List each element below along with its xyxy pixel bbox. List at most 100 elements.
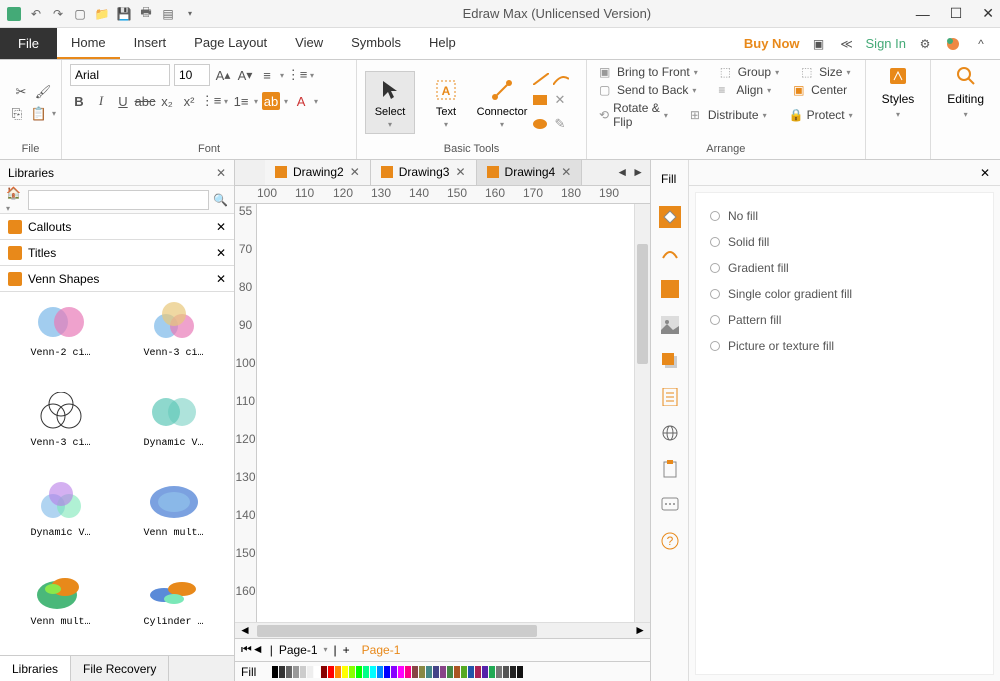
maximize-button[interactable]: ☐ <box>950 5 963 22</box>
vertical-scrollbar[interactable] <box>634 204 650 622</box>
page-nav-icon[interactable]: ⏮◄ <box>241 642 264 657</box>
doc-tab-drawing2[interactable]: Drawing2✕ <box>265 160 371 185</box>
highlight-icon[interactable]: ab <box>262 92 280 110</box>
close-button[interactable]: ✕ <box>982 5 994 22</box>
tab-prev-icon[interactable]: ◄ <box>616 165 628 179</box>
curve-tool-icon[interactable] <box>553 73 569 85</box>
rotate-flip-button[interactable]: ⟲Rotate & Flip▾ <box>595 100 672 130</box>
tab-next-icon[interactable]: ► <box>632 165 644 179</box>
center-button[interactable]: ▣Center <box>789 82 851 98</box>
category-titles[interactable]: Titles✕ <box>0 240 234 266</box>
align-icon[interactable]: ≡ <box>258 66 276 84</box>
ellipse-tool-icon[interactable] <box>533 117 547 131</box>
shape-dynamic-venn-2[interactable]: Dynamic V… <box>8 480 113 558</box>
minimize-button[interactable]: — <box>916 6 930 22</box>
bring-to-front-button[interactable]: ▣Bring to Front▾ <box>595 64 702 80</box>
connector-tool[interactable]: Connector ▾ <box>477 72 527 133</box>
search-icon[interactable]: 🔍 <box>213 193 228 207</box>
close-icon[interactable]: ✕ <box>216 220 226 234</box>
category-callouts[interactable]: Callouts✕ <box>0 214 234 240</box>
libraries-tab[interactable]: Libraries <box>0 656 71 681</box>
menu-insert[interactable]: Insert <box>120 28 181 59</box>
drawing-canvas[interactable] <box>257 204 634 622</box>
strikethrough-button[interactable]: abc <box>136 92 154 110</box>
menu-page-layout[interactable]: Page Layout <box>180 28 281 59</box>
clipboard-icon[interactable] <box>659 458 681 480</box>
editing-button[interactable]: Editing ▾ <box>939 64 992 119</box>
close-icon[interactable]: ✕ <box>216 272 226 286</box>
fill-option-none[interactable]: No fill <box>710 203 979 229</box>
shape-cylinder[interactable]: Cylinder … <box>121 569 226 647</box>
gear-icon[interactable]: ⚙ <box>916 35 934 53</box>
globe-icon[interactable] <box>659 422 681 444</box>
bold-button[interactable]: B <box>70 92 88 110</box>
font-color-icon[interactable]: A <box>292 92 310 110</box>
subscript-button[interactable]: x₂ <box>158 92 176 110</box>
color-swatches[interactable] <box>272 666 523 678</box>
line-tool-icon[interactable] <box>533 73 549 85</box>
comment-icon[interactable] <box>659 494 681 516</box>
doc-tab-drawing3[interactable]: Drawing3✕ <box>371 160 477 185</box>
select-tool[interactable]: Select ▾ <box>365 71 415 134</box>
text-tool[interactable]: A Text ▾ <box>421 72 471 133</box>
close-icon[interactable]: ✕ <box>350 165 360 179</box>
open-icon[interactable]: 📁 <box>94 6 110 22</box>
save-icon[interactable]: 💾 <box>116 6 132 22</box>
font-name-select[interactable] <box>70 64 170 86</box>
qat-dropdown-icon[interactable]: ▾ <box>182 6 198 22</box>
shape-venn-3-outline[interactable]: Venn-3 ci… <box>8 390 113 468</box>
close-icon[interactable]: ✕ <box>561 165 571 179</box>
libraries-close-icon[interactable]: ✕ <box>216 166 226 180</box>
paste-icon[interactable]: 📋 <box>30 105 48 123</box>
fill-option-solid[interactable]: Solid fill <box>710 229 979 255</box>
fill-option-picture[interactable]: Picture or texture fill <box>710 333 979 359</box>
cut-icon[interactable]: ✂ <box>12 83 30 101</box>
add-page-icon[interactable]: + <box>343 643 350 657</box>
protect-button[interactable]: 🔒Protect▾ <box>785 107 857 123</box>
shape-venn-multi-2[interactable]: Venn mult… <box>8 569 113 647</box>
group-button[interactable]: ⬚Group▾ <box>716 64 783 80</box>
doc-tab-drawing4[interactable]: Drawing4✕ <box>477 160 583 185</box>
line-style-icon[interactable] <box>659 242 681 264</box>
document-icon[interactable] <box>659 386 681 408</box>
print-icon[interactable]: 🖶 <box>138 6 154 22</box>
shape-venn-3-color[interactable]: Venn-3 ci… <box>121 300 226 378</box>
numbered-list-icon[interactable]: 1≡ <box>232 92 250 110</box>
rect-tool-icon[interactable] <box>533 93 547 107</box>
superscript-button[interactable]: x² <box>180 92 198 110</box>
distribute-button[interactable]: ⊞Distribute▾ <box>686 107 771 123</box>
bullets-icon[interactable]: ⋮≡ <box>288 66 306 84</box>
redo-icon[interactable]: ↷ <box>50 6 66 22</box>
solid-fill-icon[interactable] <box>659 278 681 300</box>
fill-option-pattern[interactable]: Pattern fill <box>710 307 979 333</box>
menu-help[interactable]: Help <box>415 28 470 59</box>
copy-icon[interactable]: ⎘ <box>8 105 26 123</box>
italic-button[interactable]: I <box>92 92 110 110</box>
home-icon[interactable]: 🏠▾ <box>6 186 24 214</box>
format-painter-icon[interactable]: 🖌 <box>34 83 52 101</box>
align-button[interactable]: ≡Align▾ <box>714 82 775 98</box>
fill-option-gradient[interactable]: Gradient fill <box>710 255 979 281</box>
fill-option-single-gradient[interactable]: Single color gradient fill <box>710 281 979 307</box>
image-fill-icon[interactable] <box>659 314 681 336</box>
buy-now-link[interactable]: Buy Now <box>744 36 800 51</box>
fill-panel-close-icon[interactable]: ✕ <box>980 166 990 180</box>
file-recovery-tab[interactable]: File Recovery <box>71 656 169 681</box>
page-tab[interactable]: Page-1 <box>356 643 407 657</box>
share-icon[interactable]: ≪ <box>838 35 856 53</box>
collapse-ribbon-icon[interactable]: ^ <box>972 35 990 53</box>
export-icon[interactable]: ▣ <box>810 35 828 53</box>
undo-icon[interactable]: ↶ <box>28 6 44 22</box>
menu-home[interactable]: Home <box>57 28 120 59</box>
shape-dynamic-venn-1[interactable]: Dynamic V… <box>121 390 226 468</box>
underline-button[interactable]: U <box>114 92 132 110</box>
decrease-font-icon[interactable]: A▾ <box>236 66 254 84</box>
menu-symbols[interactable]: Symbols <box>337 28 415 59</box>
close-icon[interactable]: ✕ <box>216 246 226 260</box>
font-size-select[interactable] <box>174 64 210 86</box>
list-icon[interactable]: ⋮≡ <box>202 92 220 110</box>
shadow-icon[interactable] <box>659 350 681 372</box>
shape-venn-2[interactable]: Venn-2 ci… <box>8 300 113 378</box>
color-icon[interactable] <box>944 35 962 53</box>
new-icon[interactable]: ▢ <box>72 6 88 22</box>
